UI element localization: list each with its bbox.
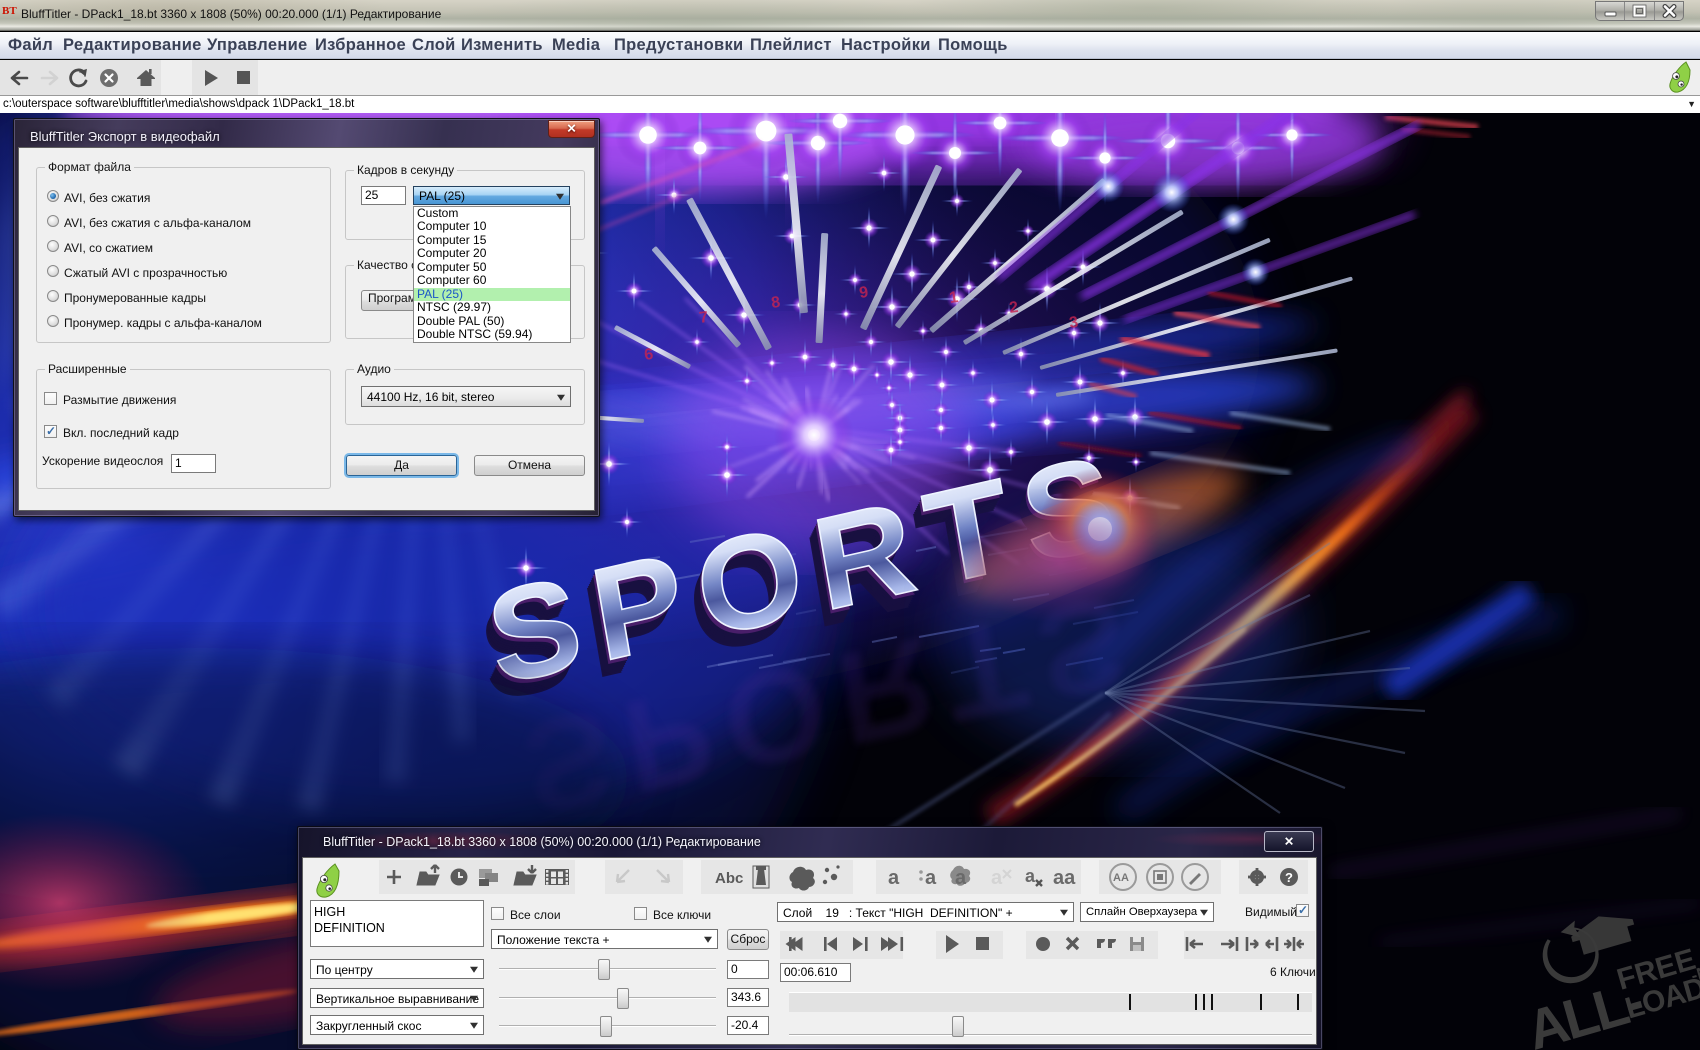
svg-text:Abc: Abc — [715, 870, 743, 887]
svg-text:a: a — [1025, 866, 1036, 886]
svg-text:aa: aa — [1053, 867, 1076, 889]
svg-text:a: a — [991, 867, 1003, 889]
svg-text:AA: AA — [1113, 872, 1129, 884]
svg-text:a: a — [955, 867, 967, 889]
svg-text:?: ? — [1285, 870, 1293, 885]
svg-text:a: a — [925, 867, 937, 889]
svg-text:a: a — [888, 867, 900, 889]
